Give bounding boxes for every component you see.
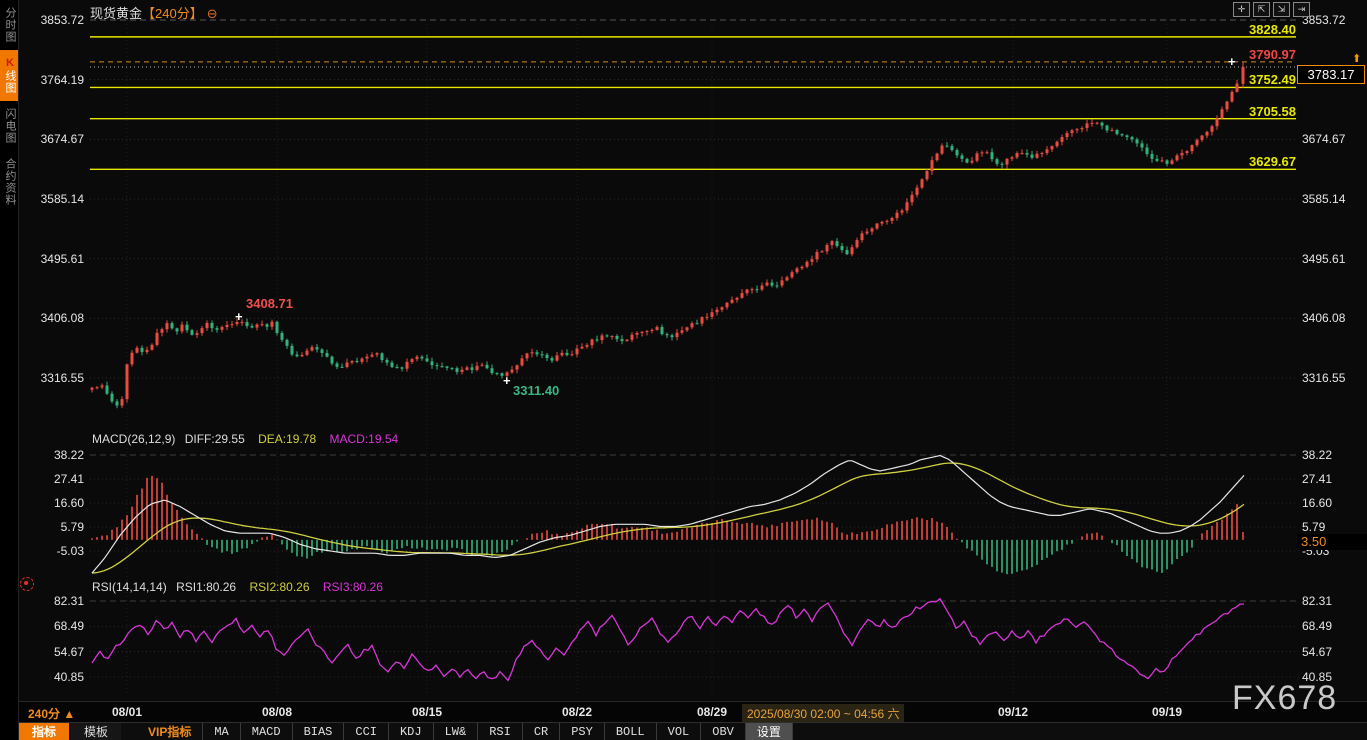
pan-icon[interactable]: ✛ (1233, 2, 1250, 17)
last-price-tag: 3783.17 (1297, 65, 1365, 84)
period-tag: 【240分】 (142, 6, 203, 21)
swing-low-cross-marker: + (503, 373, 511, 388)
chart-app: 分时图K线图闪电图合约资料 现货黄金【240分】 ⊖ ✛⇱⇲⇥ 3853.72 38… (0, 0, 1367, 740)
macd-title: MACD(26,12,9) (92, 432, 175, 446)
indicator-button-[interactable]: 设置 (746, 723, 793, 740)
bar-range-tooltip: 2025/08/30 02:00 ~ 04:56 六 (742, 704, 904, 723)
sr-level-label: 3705.58 (1249, 104, 1296, 119)
price-axis-left-label: 3495.61 (18, 252, 84, 266)
macd-dea-value: DEA:19.78 (258, 432, 316, 446)
indicator-button-cci[interactable]: CCI (344, 723, 389, 740)
indicator-button-vip[interactable]: VIP指标 (137, 723, 203, 740)
price-axis-left-label: 3316.55 (18, 371, 84, 385)
reset-view-icon[interactable]: ⇥ (1293, 2, 1310, 17)
sidebar-item-0[interactable]: 分时图 (0, 0, 18, 50)
indicator-button-psy[interactable]: PSY (560, 723, 605, 740)
date-label: 08/22 (562, 705, 592, 719)
rsi1-value: RSI1:80.26 (176, 580, 236, 594)
chart-canvas[interactable] (0, 0, 1367, 740)
date-label: 09/12 (998, 705, 1028, 719)
date-label: 08/29 (697, 705, 727, 719)
indicator-button-obv[interactable]: OBV (701, 723, 746, 740)
rsi2-value: RSI2:80.26 (249, 580, 309, 594)
price-axis-left-label: 3406.08 (18, 311, 84, 325)
indicator-button-vol[interactable]: VOL (657, 723, 702, 740)
price-axis-left-label: 3585.14 (18, 192, 84, 206)
price-axis-right-label: 3316.55 (1302, 371, 1345, 385)
rsi-axis-right-label: 68.49 (1302, 619, 1332, 633)
macd-axis-left-label: 5.79 (18, 520, 84, 534)
collapse-icon[interactable]: ⊖ (207, 6, 218, 21)
macd-axis-left-label: -5.03 (18, 544, 84, 558)
macd-axis-left-label: 38.22 (18, 448, 84, 462)
symbol-header: 现货黄金【240分】 ⊖ (90, 3, 218, 22)
price-axis-right-label: 3585.14 (1302, 192, 1345, 206)
fit-y-axis-icon[interactable]: ⇱ (1253, 2, 1270, 17)
period-selector[interactable]: 240分 ▲ (28, 705, 75, 722)
watermark: FX678 (1232, 679, 1337, 718)
indicator-button-cr[interactable]: CR (523, 723, 560, 740)
rsi-title: RSI(14,14,14) (92, 580, 167, 594)
sr-level-label: 3752.49 (1249, 72, 1296, 87)
rsi-axis-left-label: 54.67 (18, 645, 84, 659)
date-label: 09/19 (1152, 705, 1182, 719)
date-label: 08/15 (412, 705, 442, 719)
indicator-button-ma[interactable]: MA (203, 723, 240, 740)
indicator-button-macd[interactable]: MACD (241, 723, 293, 740)
macd-value-tag: 3.50 (1297, 534, 1367, 550)
sr-level-label: 3629.67 (1249, 154, 1296, 169)
rsi-title-row: RSI(14,14,14) RSI1:80.26 RSI2:80.26 RSI3… (92, 580, 383, 594)
period-arrow-icon: ▲ (63, 707, 75, 721)
rsi-axis-right-label: 82.31 (1302, 594, 1332, 608)
price-axis-left-label: 3674.67 (18, 132, 84, 146)
sidebar-item-accent: K (4, 57, 16, 70)
price-axis-right-label: 3674.67 (1302, 132, 1345, 146)
sr-level-label: 3828.40 (1249, 22, 1296, 37)
sidebar-item-1[interactable]: K线图 (0, 50, 18, 101)
price-up-arrow-icon: ⬆ (1352, 52, 1361, 65)
tab-templates[interactable]: 模板 (71, 723, 121, 740)
fit-x-axis-icon[interactable]: ⇲ (1273, 2, 1290, 17)
swing-high-cross-marker: + (235, 309, 243, 324)
macd-axis-right-label: 16.60 (1302, 496, 1332, 510)
price-axis-left-label: 3853.72 (18, 13, 84, 27)
rsi-axis-left-label: 68.49 (18, 619, 84, 633)
macd-axis-right-label: 5.79 (1302, 520, 1325, 534)
sidebar-item-2[interactable]: 闪电图 (0, 101, 18, 151)
date-label: 08/01 (112, 705, 142, 719)
macd-axis-left-label: 16.60 (18, 496, 84, 510)
swing-high-label: 3408.71 (246, 296, 293, 311)
price-axis-right-label: 3495.61 (1302, 252, 1345, 266)
rsi-axis-left-label: 82.31 (18, 594, 84, 608)
time-axis: 240分 ▲ 2025/08/30 02:00 ~ 04:56 六 08/01 0… (19, 701, 1367, 723)
sidebar-item-3[interactable]: 合约资料 (0, 151, 18, 213)
indicator-button-lw[interactable]: LW& (434, 723, 479, 740)
indicator-button-bias[interactable]: BIAS (293, 723, 345, 740)
rsi-axis-right-label: 54.67 (1302, 645, 1332, 659)
tab-indicators[interactable]: 指标 (19, 723, 69, 740)
rsi-axis-left-label: 40.85 (18, 670, 84, 684)
macd-macd-value: MACD:19.54 (329, 432, 398, 446)
macd-diff-value: DIFF:29.55 (185, 432, 245, 446)
indicator-button-rsi[interactable]: RSI (478, 723, 523, 740)
macd-axis-right-label: 38.22 (1302, 448, 1332, 462)
indicator-button-kdj[interactable]: KDJ (389, 723, 434, 740)
record-dot-icon[interactable] (20, 577, 34, 591)
price-axis-left-label: 3764.19 (18, 73, 84, 87)
macd-axis-left-label: 27.41 (18, 472, 84, 486)
view-toolbar: ✛⇱⇲⇥ (1233, 2, 1310, 17)
price-axis-right-label: 3406.08 (1302, 311, 1345, 325)
macd-axis-right-label: 27.41 (1302, 472, 1332, 486)
session-high-label: 3790.97 (1249, 47, 1296, 62)
date-label: 08/08 (262, 705, 292, 719)
macd-title-row: MACD(26,12,9) DIFF:29.55 DEA:19.78 MACD:… (92, 432, 398, 446)
swing-low-label: 3311.40 (513, 383, 559, 398)
symbol-title: 现货黄金 (90, 6, 142, 21)
indicator-toolbar: 指标模板 VIP指标MAMACDBIASCCIKDJLW&RSICRPSYBOLL… (19, 722, 1367, 740)
indicator-button-boll[interactable]: BOLL (605, 723, 657, 740)
rsi3-value: RSI3:80.26 (323, 580, 383, 594)
toolbar-spacer (123, 723, 137, 740)
session-high-cross-marker: + (1228, 54, 1236, 69)
chart-type-sidebar: 分时图K线图闪电图合约资料 (0, 0, 19, 740)
